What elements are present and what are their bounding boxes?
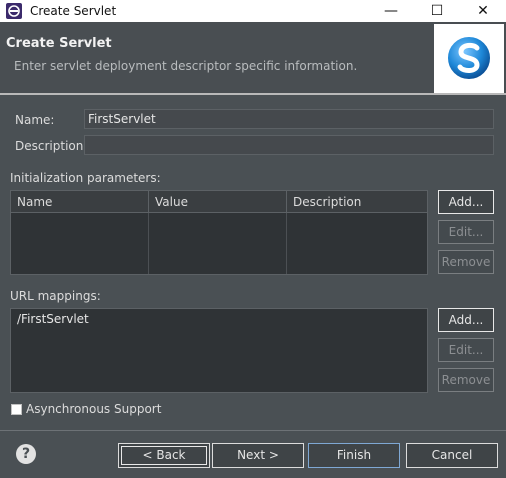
help-icon[interactable]: ?	[16, 444, 36, 464]
description-label: Description:	[15, 139, 88, 153]
column-header-description[interactable]: Description	[287, 191, 427, 213]
list-item[interactable]: /FirstServlet	[17, 312, 421, 326]
window-titlebar: Create Servlet — ☐ ✕	[0, 0, 506, 22]
footer-divider	[0, 430, 506, 431]
eclipse-app-icon	[6, 3, 22, 19]
maximize-button[interactable]: ☐	[414, 0, 460, 22]
servlet-logo-icon	[434, 24, 504, 94]
minimize-button[interactable]: —	[368, 0, 414, 22]
finish-button[interactable]: Finish	[308, 443, 400, 468]
description-field[interactable]	[84, 135, 494, 155]
wizard-subtitle: Enter servlet deployment descriptor spec…	[14, 59, 358, 73]
next-button[interactable]: Next >	[212, 443, 304, 468]
url-mappings-add-button[interactable]: Add...	[438, 308, 494, 332]
column-header-name[interactable]: Name	[11, 191, 149, 213]
close-icon: ✕	[477, 3, 489, 19]
init-params-remove-button[interactable]: Remove	[438, 250, 494, 274]
url-mappings-remove-button[interactable]: Remove	[438, 368, 494, 392]
init-params-label: Initialization parameters:	[10, 171, 161, 185]
maximize-icon: ☐	[430, 3, 444, 19]
header-divider	[0, 93, 506, 95]
url-mappings-edit-button[interactable]: Edit...	[438, 338, 494, 362]
minimize-icon: —	[384, 3, 398, 19]
cancel-button[interactable]: Cancel	[406, 443, 498, 468]
wizard-header: Create Servlet Enter servlet deployment …	[0, 22, 506, 94]
url-mappings-label: URL mappings:	[10, 289, 101, 303]
init-params-add-button[interactable]: Add...	[438, 190, 494, 214]
async-support-label[interactable]: Asynchronous Support	[26, 402, 161, 416]
url-mappings-list[interactable]: /FirstServlet	[10, 308, 428, 393]
name-label: Name:	[15, 113, 55, 127]
async-support-checkbox[interactable]	[11, 404, 22, 415]
wizard-title: Create Servlet	[6, 36, 112, 51]
column-divider	[148, 213, 149, 274]
init-params-edit-button[interactable]: Edit...	[438, 220, 494, 244]
name-field[interactable]: FirstServlet	[84, 109, 494, 129]
close-button[interactable]: ✕	[460, 0, 506, 22]
back-button[interactable]: < Back	[118, 443, 210, 468]
window-title: Create Servlet	[30, 4, 117, 18]
column-header-value[interactable]: Value	[149, 191, 287, 213]
init-params-table[interactable]: Name Value Description	[10, 190, 428, 275]
column-divider	[286, 213, 287, 274]
